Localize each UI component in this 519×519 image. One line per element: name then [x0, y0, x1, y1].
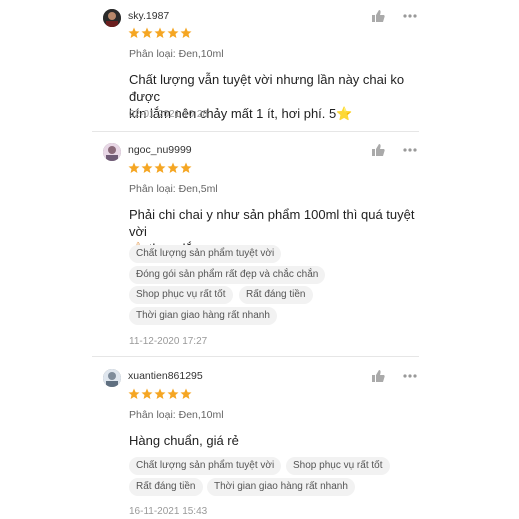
variant-label: Phân loại: Đen,10ml	[129, 409, 224, 421]
review-tag: Chất lượng sản phẩm tuyệt vời	[129, 245, 282, 263]
review-tag: Shop phục vụ rất tốt	[286, 457, 390, 475]
star-icon	[180, 27, 192, 38]
thumbs-up-icon[interactable]	[371, 143, 385, 157]
star-icon	[128, 388, 140, 399]
review-tag: Shop phục vụ rất tốt	[129, 286, 233, 304]
divider	[92, 131, 419, 132]
review-tag: Đóng gói sản phẩm rất đẹp và chắc chắn	[129, 266, 326, 284]
thumbs-up-icon[interactable]	[371, 9, 385, 23]
username[interactable]: ngoc_nu9999	[128, 144, 192, 156]
review-tag: Rất đáng tiền	[129, 478, 203, 496]
star-icon	[180, 162, 192, 173]
thumbs-up-icon[interactable]	[371, 369, 385, 383]
review-tag: Thời gian giao hàng rất nhanh	[129, 307, 277, 325]
star-icon	[154, 27, 166, 38]
review-date: 02-01-2021 10:28	[129, 109, 208, 120]
star-icon	[141, 388, 153, 399]
review-tag: Rất đáng tiền	[239, 286, 313, 304]
star-icon	[180, 388, 192, 399]
star-rating	[128, 27, 192, 41]
avatar[interactable]	[103, 9, 121, 27]
username[interactable]: sky.1987	[128, 10, 169, 22]
more-options-icon[interactable]	[402, 373, 418, 379]
review-tag: Thời gian giao hàng rất nhanh	[207, 478, 355, 496]
star-icon	[128, 27, 140, 38]
comment-line: Phải chi chai y như sản phẩm 100ml thì q…	[129, 207, 415, 239]
review-tag: Chất lượng sản phẩm tuyệt vời	[129, 457, 282, 475]
more-options-icon[interactable]	[402, 147, 418, 153]
review-comment: Hàng chuẩn, giá rẻ	[129, 433, 239, 448]
star-icon	[167, 27, 179, 38]
star-emoji: ⭐	[336, 106, 353, 121]
star-icon	[167, 162, 179, 173]
review-date: 16-11-2021 15:43	[129, 506, 208, 517]
review-date: 11-12-2020 17:27	[129, 336, 208, 347]
star-rating	[128, 162, 192, 176]
star-icon	[154, 388, 166, 399]
star-rating	[128, 388, 192, 402]
variant-label: Phân loại: Đen,10ml	[129, 48, 224, 60]
star-icon	[154, 162, 166, 173]
star-icon	[167, 388, 179, 399]
divider	[92, 356, 419, 357]
avatar[interactable]	[103, 369, 121, 387]
star-icon	[128, 162, 140, 173]
star-icon	[141, 27, 153, 38]
username[interactable]: xuantien861295	[128, 370, 203, 382]
comment-line: Chất lượng vẫn tuyệt vời nhưng lần này c…	[129, 72, 405, 104]
more-options-icon[interactable]	[402, 13, 418, 19]
variant-label: Phân loại: Đen,5ml	[129, 183, 218, 195]
star-icon	[141, 162, 153, 173]
avatar[interactable]	[103, 143, 121, 161]
